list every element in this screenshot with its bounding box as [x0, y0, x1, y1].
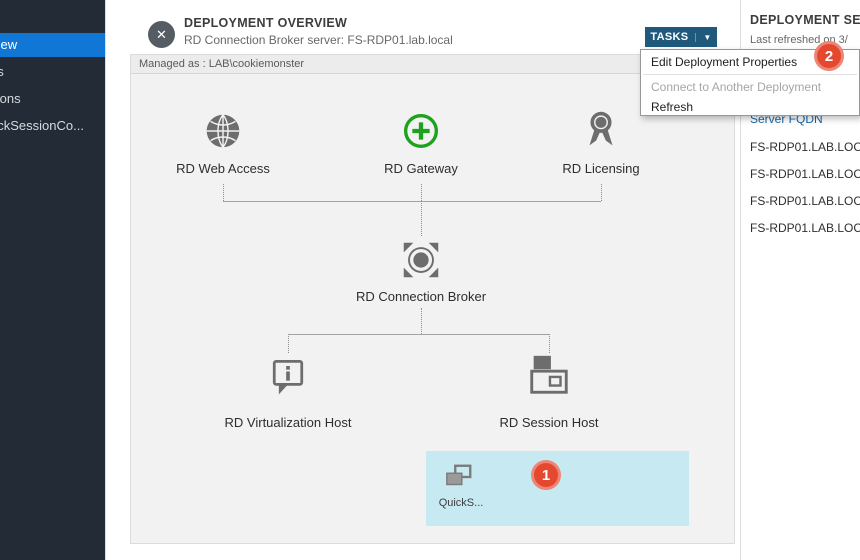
server-row[interactable]: FS-RDP01.LAB.LOCAL	[750, 194, 860, 208]
rd-connection-broker-node[interactable]	[398, 237, 444, 288]
server-row[interactable]: FS-RDP01.LAB.LOCAL	[750, 221, 860, 235]
connector-line	[549, 334, 550, 353]
rd-session-host-label: RD Session Host	[469, 415, 629, 430]
server-row[interactable]: FS-RDP01.LAB.LOCAL	[750, 167, 860, 181]
rd-licensing-node[interactable]	[578, 106, 624, 159]
sidebar-item-overview[interactable]: Overview	[0, 33, 105, 57]
panel-title: DEPLOYMENT OVERVIEW	[184, 16, 347, 30]
sidebar-item-collections[interactable]: Collections	[0, 87, 105, 111]
menu-separator	[643, 74, 857, 75]
rd-session-host-node[interactable]	[526, 352, 572, 403]
sidebar-item-label: Overview	[0, 33, 17, 57]
rd-web-access-node[interactable]	[200, 108, 246, 159]
connector-line	[223, 201, 601, 202]
connector-line	[421, 201, 422, 236]
rd-gateway-label: RD Gateway	[341, 161, 501, 176]
menu-item-connect-to-another-deployment: Connect to Another Deployment	[641, 77, 859, 97]
collection-tile-label: QuickS...	[432, 497, 490, 509]
sidebar-item-label: Collections	[0, 87, 21, 111]
connector-line	[601, 184, 602, 201]
connector-line	[421, 184, 422, 201]
add-plus-icon	[398, 108, 444, 154]
rd-virtualization-host-node[interactable]	[266, 354, 310, 405]
servers-panel-title: DEPLOYMENT SERVERS	[750, 13, 860, 27]
sidebar-item-servers[interactable]: Servers	[0, 60, 105, 84]
connector-line	[421, 308, 422, 334]
step-badge-2: 2	[814, 41, 844, 71]
panel-subtitle: RD Connection Broker server: FS-RDP01.la…	[184, 33, 453, 47]
step-badge-1: 1	[531, 460, 561, 490]
server-row[interactable]: FS-RDP01.LAB.LOCAL	[750, 140, 860, 154]
connector-line	[223, 184, 224, 201]
rd-licensing-label: RD Licensing	[521, 161, 681, 176]
tasks-button-label: TASKS	[650, 31, 688, 43]
rd-gateway-node[interactable]	[398, 108, 444, 159]
sidebar-nav: Overview Servers Collections QuickSessio…	[0, 0, 105, 560]
broker-icon	[398, 237, 444, 283]
ribbon-icon	[578, 106, 624, 154]
sidebar-item-label: Servers	[0, 60, 4, 84]
rd-virtualization-host-label: RD Virtualization Host	[208, 415, 368, 430]
tasks-button[interactable]: TASKS ▼	[645, 27, 717, 47]
overview-icon-glyph: ✕	[156, 27, 167, 43]
collection-icon	[444, 463, 474, 491]
chevron-down-icon: ▼	[695, 33, 711, 42]
connector-line	[288, 334, 549, 335]
deployment-overview-icon: ✕	[148, 21, 175, 48]
sidebar-item-quicksessioncollection[interactable]: QuickSessionCo...	[0, 114, 105, 138]
info-bubble-icon	[266, 354, 310, 400]
menu-item-refresh[interactable]: Refresh	[641, 97, 859, 117]
sidebar-item-label: QuickSessionCo...	[0, 114, 84, 138]
rd-connection-broker-label: RD Connection Broker	[341, 289, 501, 304]
rd-web-access-label: RD Web Access	[143, 161, 303, 176]
globe-icon	[200, 108, 246, 154]
deployment-diagram: Managed as : LAB\cookiemonster RD Web Ac…	[130, 54, 735, 544]
session-collection-tile[interactable]: QuickS...	[426, 451, 689, 526]
server-icon	[526, 352, 572, 398]
connector-line	[288, 334, 289, 353]
